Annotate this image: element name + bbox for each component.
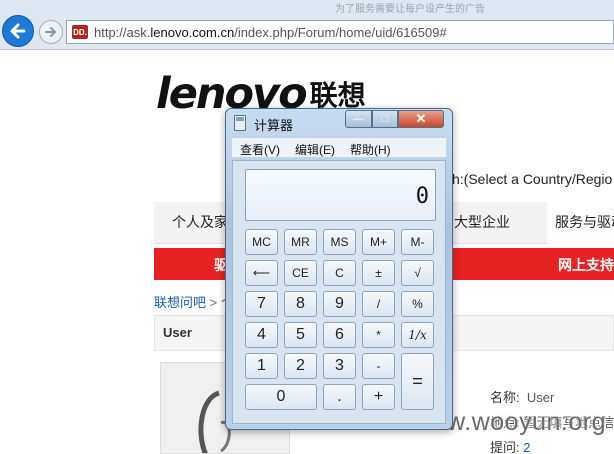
close-button[interactable]: ✕ [398,110,444,128]
user-name-row: 名称: User [490,390,555,405]
menu-edit[interactable]: 编辑(E) [287,138,342,157]
breadcrumb-home[interactable]: 联想问吧 [154,295,206,310]
menu-help[interactable]: 帮助(H) [342,138,398,157]
subtract-button[interactable]: - [362,353,395,379]
breadcrumb: 联想问吧 > 个 [154,292,234,311]
calculator-display: 0 [245,169,436,221]
decimal-button[interactable]: . [323,384,356,410]
favicon-icon: DD. [72,25,88,39]
m-minus-button[interactable]: M- [401,229,434,255]
user-title: User [163,325,192,340]
page: 为了服务需要让每户设产生的广告 DD. http://ask.lenovo.co… [0,0,614,454]
calculator-icon [234,115,246,131]
two-button[interactable]: 2 [284,353,317,379]
five-button[interactable]: 5 [284,322,317,348]
menu-view[interactable]: 查看(V) [232,138,287,157]
mc-button[interactable]: MC [245,229,278,255]
percent-button[interactable]: % [401,291,434,317]
ms-button[interactable]: MS [323,229,356,255]
plus-minus-button[interactable]: ± [362,260,395,286]
nav-item-enterprise[interactable]: 大型企业 [454,212,510,232]
nav-item-personal[interactable]: 个人及家 [172,212,228,232]
browser-toolbar: 为了服务需要让每户设产生的广告 DD. http://ask.lenovo.co… [0,0,614,50]
eight-button[interactable]: 8 [284,291,317,317]
country-selector[interactable]: sh:(Select a Country/Regio [445,171,612,187]
divide-button[interactable]: / [362,291,395,317]
window-title: 计算器 [254,118,294,133]
three-button[interactable]: 3 [323,353,356,379]
mr-button[interactable]: MR [284,229,317,255]
zero-button[interactable]: 0 [245,384,317,410]
backspace-button[interactable]: ⟵ [245,260,278,286]
url-text[interactable]: http://ask.lenovo.com.cn/index.php/Forum… [94,25,447,40]
calculator-titlebar[interactable]: 计算器 — □ ✕ [226,109,452,135]
maximize-button[interactable]: □ [372,110,398,128]
nav-item-service[interactable]: 服务与驱动 [547,202,614,244]
calculator-menubar: 查看(V) 编辑(E) 帮助(H) [232,138,446,158]
nine-button[interactable]: 9 [323,291,356,317]
seven-button[interactable]: 7 [245,291,278,317]
equals-button[interactable]: = [401,353,434,410]
multiply-button[interactable]: * [362,322,395,348]
ce-button[interactable]: CE [284,260,317,286]
display-value: 0 [415,184,429,209]
address-bar[interactable]: DD. http://ask.lenovo.com.cn/index.php/F… [66,20,614,44]
sqrt-button[interactable]: √ [401,260,434,286]
four-button[interactable]: 4 [245,322,278,348]
background-text: 为了服务需要让每户设产生的广告 [335,4,485,15]
forward-button[interactable] [39,20,63,44]
back-arrow-icon [10,23,26,39]
six-button[interactable]: 6 [323,322,356,348]
forward-arrow-icon [45,27,56,37]
calculator-window[interactable]: 计算器 — □ ✕ 查看(V) 编辑(E) 帮助(H) 0 MC MR MS M… [225,108,453,430]
clear-button[interactable]: C [323,260,356,286]
user-questions-row: 提问: 2 [490,440,531,454]
minimize-button[interactable]: — [345,110,372,128]
back-button[interactable] [2,15,34,47]
reciprocal-button[interactable]: 1/x [401,322,434,348]
add-button[interactable]: + [362,384,395,410]
one-button[interactable]: 1 [245,353,278,379]
redbar-item-online-support[interactable]: 网上支持 [558,255,614,275]
calculator-body: 0 MC MR MS M+ M- ⟵ CE C ± √ 7 8 9 / % 4 … [232,160,446,424]
m-plus-button[interactable]: M+ [362,229,395,255]
